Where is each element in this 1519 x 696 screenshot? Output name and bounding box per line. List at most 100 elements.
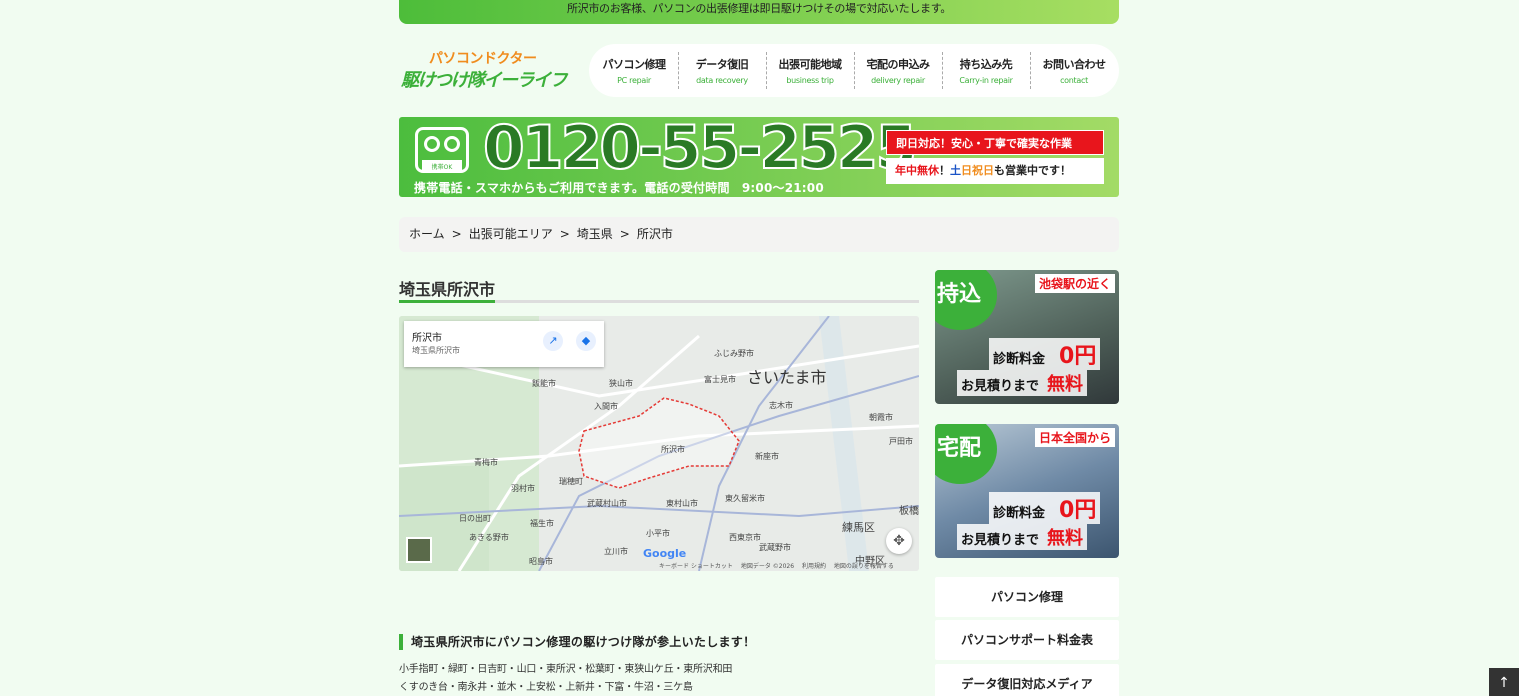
map-label: 西東京市: [729, 533, 761, 542]
map-label: 立川市: [604, 547, 628, 556]
nav-label: 出張可能地域: [778, 58, 843, 71]
nav-sublabel: business trip: [786, 76, 834, 85]
nav-sublabel: delivery repair: [871, 76, 925, 85]
map-label: 武蔵野市: [759, 543, 791, 552]
nav-sublabel: PC repair: [617, 76, 651, 85]
section-heading: 埼玉県所沢市にパソコン修理の駆けつけ隊が参上いたします！: [399, 634, 755, 650]
nav-label: お問い合わせ: [1042, 58, 1107, 71]
satellite-toggle[interactable]: [406, 537, 432, 563]
open-external-icon[interactable]: ↗: [543, 331, 563, 351]
breadcrumb-current: 所沢市: [636, 227, 673, 241]
map-label: 新座市: [755, 452, 779, 461]
map-label: 東久留米市: [725, 494, 765, 503]
phone-banner[interactable]: 携帯OK 0120-55-2525 携帯電話・スマホからもご利用できます。電話の…: [399, 117, 1119, 197]
map-label: 小平市: [646, 529, 670, 538]
nav-label: パソコン修理: [602, 58, 667, 71]
freedial-label: 携帯OK: [422, 163, 462, 172]
banner-zero: 0円: [1059, 344, 1097, 369]
badge-part: ！: [939, 164, 950, 177]
nav-item-delivery[interactable]: 宅配の申込み delivery repair: [854, 44, 942, 97]
map-data-credit: 地図データ ©2026: [740, 563, 795, 570]
badge-part: 日祝日: [961, 164, 994, 177]
nav-sublabel: Carry-in repair: [959, 76, 1013, 85]
map-place-subtitle: 埼玉県所沢市: [412, 346, 460, 355]
site-logo[interactable]: パソコンドクター 駆けつけ隊イーライフ: [399, 46, 568, 92]
side-link-price-list[interactable]: パソコンサポート料金表: [935, 620, 1119, 660]
banner-text: 診断料金: [993, 352, 1046, 367]
banner-free: 無料: [1047, 528, 1084, 549]
breadcrumb-sep: >: [619, 227, 630, 241]
breadcrumb-area[interactable]: 出張可能エリア: [469, 217, 553, 252]
page-title: 埼玉県所沢市: [399, 276, 919, 303]
badge-part: 土: [950, 164, 961, 177]
banner-badge: 持込: [935, 270, 997, 330]
nav-item-contact[interactable]: お問い合わせ contact: [1030, 44, 1118, 97]
banner-free-line: お見積りまで 無料: [957, 370, 1088, 396]
top-notice-text: 所沢市のお客様、パソコンの出張修理は即日駆けつけその場で対応いたします。: [566, 2, 952, 15]
badge-part: 年中無休: [895, 164, 939, 177]
nav-sublabel: data recovery: [696, 76, 748, 85]
map-terms-link[interactable]: 利用規約: [802, 563, 826, 570]
map-label: 日の出町: [459, 514, 491, 523]
phone-hours: 携帯電話・スマホからもご利用できます。電話の受付時間 9:00～21:00: [414, 181, 824, 195]
map-place-title: 所沢市: [412, 333, 442, 344]
nav-item-carry-in[interactable]: 持ち込み先 Carry-in repair: [942, 44, 1030, 97]
map-label: 瑞穂町: [559, 477, 583, 486]
embedded-map[interactable]: ふじみ野市 富士見市 飯能市 狭山市 志木市 入間市 朝霞市 所沢市 新座市 青…: [399, 316, 919, 571]
same-day-badge: 即日対応！安心・丁寧で確実な作業: [886, 130, 1104, 155]
map-label: 戸田市: [889, 437, 913, 446]
map-label: 羽村市: [511, 484, 535, 493]
nav-item-data-recovery[interactable]: データ復旧 data recovery: [678, 44, 766, 97]
banner-text: お見積りまで: [961, 533, 1040, 548]
area-line: 小手指町・緑町・日吉町・山口・東所沢・松葉町・東狭山ケ丘・東所沢和田: [399, 664, 733, 675]
nav-label: 持ち込み先: [959, 58, 1013, 71]
map-shortcuts-link[interactable]: キーボード ショートカット: [659, 563, 733, 570]
map-label: 昭島市: [529, 557, 553, 566]
map-city-label: さいたま市: [747, 368, 827, 387]
side-link-pc-repair[interactable]: パソコン修理: [935, 577, 1119, 617]
breadcrumb-sep: >: [559, 227, 570, 241]
banner-text: お見積りまで: [961, 379, 1040, 394]
camera-control-icon[interactable]: ✥: [886, 528, 912, 554]
map-label: 福生市: [530, 519, 554, 528]
breadcrumb: ホーム > 出張可能エリア > 埼玉県 > 所沢市: [399, 217, 1119, 252]
banner-price-line: 診断料金 0円: [989, 338, 1101, 370]
map-label: 所沢市: [661, 445, 685, 454]
back-to-top-button[interactable]: ↑: [1489, 668, 1519, 696]
top-notice-bar: 所沢市のお客様、パソコンの出張修理は即日駆けつけその場で対応いたします。: [399, 0, 1119, 24]
nav-item-business-trip[interactable]: 出張可能地域 business trip: [766, 44, 854, 97]
page-title-text: 埼玉県所沢市: [399, 276, 496, 303]
breadcrumb-home[interactable]: ホーム: [409, 217, 445, 252]
map-label: 東村山市: [666, 499, 698, 508]
map-footer: キーボード ショートカット 地図データ ©2026 利用規約 地図の誤りを報告す…: [659, 561, 894, 570]
map-label: 練馬区: [842, 521, 875, 534]
open-year-round-badge: 年中無休！土日祝日も営業中です！: [886, 158, 1104, 184]
phone-number: 0120-55-2525: [482, 117, 918, 184]
banner-tag: 日本全国から: [1034, 428, 1115, 447]
banner-tag: 池袋駅の近く: [1034, 274, 1115, 293]
map-label: 飯能市: [532, 379, 556, 388]
banner-free: 無料: [1047, 374, 1084, 395]
nav-item-pc-repair[interactable]: パソコン修理 PC repair: [590, 44, 678, 97]
carry-in-banner[interactable]: 持込 池袋駅の近く 診断料金 0円 お見積りまで 無料: [935, 270, 1119, 404]
map-label: 富士見市: [704, 375, 736, 384]
banner-text: 診断料金: [993, 506, 1046, 521]
area-line: くすのき台・南永井・並木・上安松・上新井・下富・牛沼・三ケ島: [399, 682, 693, 693]
side-link-data-media[interactable]: データ復旧対応メディア: [935, 664, 1119, 696]
delivery-banner[interactable]: 宅配 日本全国から 診断料金 0円 お見積りまで 無料: [935, 424, 1119, 558]
map-report-link[interactable]: 地図の誤りを報告する: [834, 563, 894, 570]
map-label: 青梅市: [474, 458, 498, 467]
map-label: 狭山市: [609, 379, 633, 388]
breadcrumb-pref[interactable]: 埼玉県: [577, 217, 613, 252]
nav-label: データ復旧: [695, 58, 749, 71]
badge-part: も営業中です！: [994, 164, 1071, 177]
area-list: 小手指町・緑町・日吉町・山口・東所沢・松葉町・東狭山ケ丘・東所沢和田 くすのき台…: [399, 661, 732, 696]
map-label: 朝霞市: [869, 413, 893, 422]
banner-price-line: 診断料金 0円: [989, 492, 1101, 524]
directions-icon[interactable]: ◆: [576, 331, 596, 351]
map-label: ふじみ野市: [714, 349, 754, 358]
google-logo: Google: [643, 547, 687, 560]
map-label: 入間市: [594, 402, 618, 411]
map-label: 志木市: [769, 401, 793, 410]
map-place-card: 所沢市 埼玉県所沢市 ↗ ◆: [404, 321, 604, 367]
